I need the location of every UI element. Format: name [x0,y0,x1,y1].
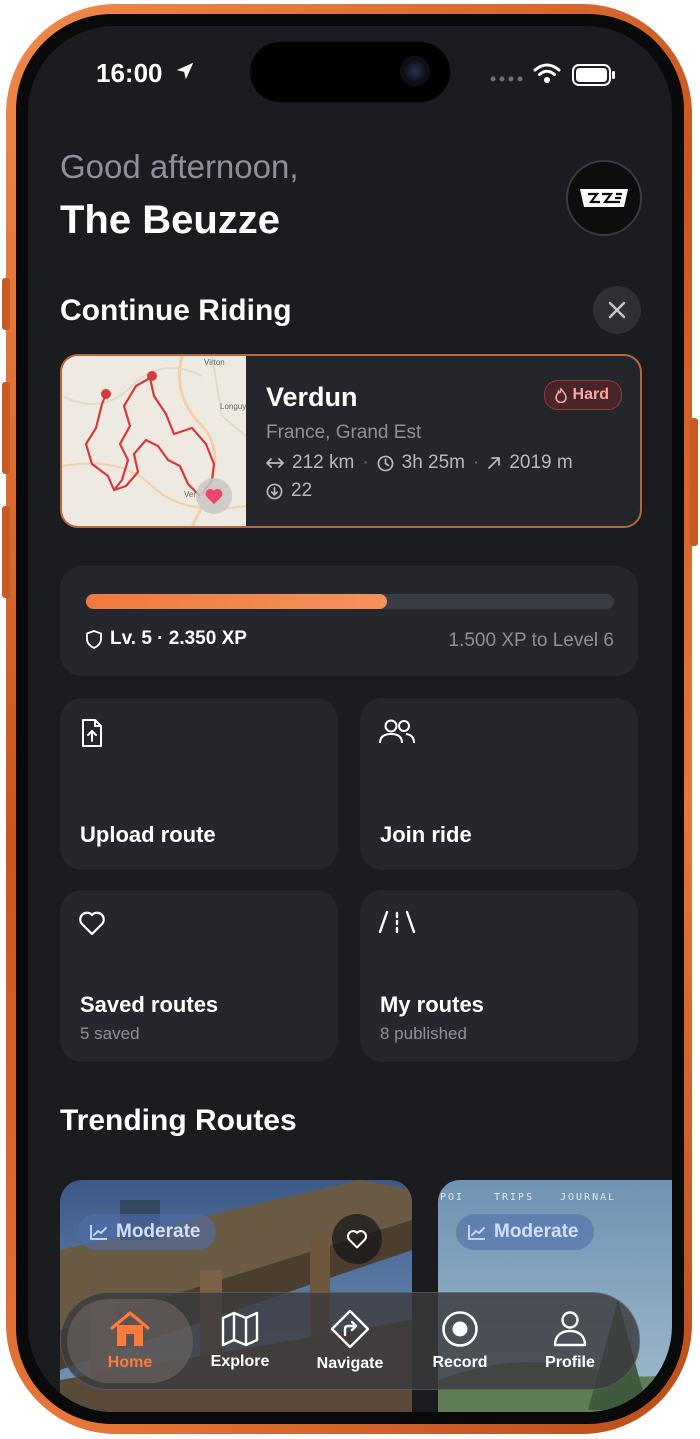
bottom-tab-bar: Home Explore Navigate Record Profile [60,1292,640,1390]
saved-routes-count: 5 saved [80,1024,140,1043]
road-icon [378,910,416,934]
separator-dot: · [473,452,480,473]
trending-routes-title: Trending Routes [60,1104,297,1137]
tab-record[interactable]: Record [405,1293,515,1389]
trend-chart-icon [90,1225,107,1240]
map-label-longuy: Longuy [220,402,247,411]
battery-icon [572,64,615,86]
profile-icon [553,1311,587,1347]
difficulty-badge: Moderate [456,1214,595,1250]
file-upload-icon [82,719,102,747]
user-name: The Beuzze [60,198,281,242]
tab-home-label: Home [107,1354,153,1371]
continue-riding-title: Continue Riding [60,294,292,327]
route-stats-row: 212 km · 3h 25m · 2019 m [266,452,573,474]
trend-chart-icon [468,1225,485,1240]
difficulty-label: Hard [572,386,609,403]
action-button [2,278,10,330]
map-label-ver: Ver [184,490,197,499]
dismiss-continue-button[interactable] [593,286,641,334]
map-icon [221,1311,259,1347]
join-ride-label: Join ride [380,822,472,847]
screen: 16:00 Good afternoon, The Beuzze Continu… [28,26,672,1412]
close-icon [608,301,626,319]
photo-text: POI [440,1192,465,1203]
status-time: 16:00 [96,58,163,88]
my-routes-label: My routes [380,992,484,1017]
route-downloads: 22 [291,480,313,501]
xp-next-level-text: 1.500 XP to Level 6 [448,630,615,651]
my-routes-count: 8 published [380,1024,467,1043]
clock-icon [377,455,394,471]
route-map-thumbnail: Virton Longuy Ver [62,356,247,526]
xp-progress-track [86,594,614,609]
greeting-text: Good afternoon, [60,148,299,185]
shield-icon [86,629,102,649]
distance-icon [266,458,284,468]
wifi-icon [533,63,561,83]
photo-text: TRIPS [494,1192,535,1203]
join-ride-tile[interactable]: Join ride [360,698,638,870]
xp-progress-card: Lv. 5 · 2.350 XP 1.500 XP to Level 6 [60,566,638,676]
upload-route-label: Upload route [80,822,216,847]
route-name: Verdun [266,382,358,412]
navigate-icon [330,1309,370,1349]
download-icon [266,483,283,499]
users-icon [379,719,415,744]
cellular-signal-icon [490,76,523,82]
route-duration: 3h 25m [401,452,466,473]
location-arrow-icon [176,62,194,80]
home-icon [110,1311,150,1346]
tab-record-label: Record [432,1354,488,1371]
favorite-button[interactable] [332,1214,382,1264]
volume-down-button [2,506,10,598]
xp-progress-fill [86,594,387,609]
tab-navigate-label: Navigate [316,1355,384,1372]
continue-route-card[interactable]: Virton Longuy Ver Verdun France, Grand E… [60,354,642,528]
tab-profile-label: Profile [545,1354,595,1371]
my-routes-tile[interactable]: My routes 8 published [360,890,638,1062]
heart-icon [205,488,223,505]
route-location: France, Grand Est [266,422,422,443]
elevation-icon [488,457,501,469]
upload-route-tile[interactable]: Upload route [60,698,338,870]
route-downloads-row: 22 [266,480,312,502]
heart-outline-icon [79,911,105,936]
separator-dot: · [362,452,369,473]
tab-navigate[interactable]: Navigate [295,1293,405,1389]
saved-routes-tile[interactable]: Saved routes 5 saved [60,890,338,1062]
record-icon [442,1311,478,1347]
route-elevation: 2019 m [509,452,573,473]
power-button [690,418,698,546]
tab-home[interactable]: Home [75,1293,185,1389]
camera-icon [400,56,430,86]
photo-text: JOURNAL [560,1192,617,1203]
avatar[interactable] [566,160,642,236]
difficulty-label: Moderate [116,1221,201,1242]
tab-explore-label: Explore [210,1353,270,1370]
map-label-virton: Virton [204,358,225,367]
volume-up-button [2,382,10,474]
difficulty-badge: Hard [543,380,622,410]
tab-profile[interactable]: Profile [515,1293,625,1389]
saved-routes-label: Saved routes [80,992,219,1017]
brand-logo-icon [580,189,628,207]
difficulty-badge: Moderate [78,1214,217,1250]
xp-level-text: Lv. 5 · 2.350 XP [110,628,247,649]
difficulty-label: Moderate [494,1221,579,1242]
xp-level: Lv. 5 · 2.350 XP [86,628,247,650]
favorite-badge[interactable] [196,478,232,514]
tab-explore[interactable]: Explore [185,1293,295,1389]
heart-outline-icon [346,1230,368,1249]
flame-icon [554,387,567,403]
route-distance: 212 km [292,452,355,473]
